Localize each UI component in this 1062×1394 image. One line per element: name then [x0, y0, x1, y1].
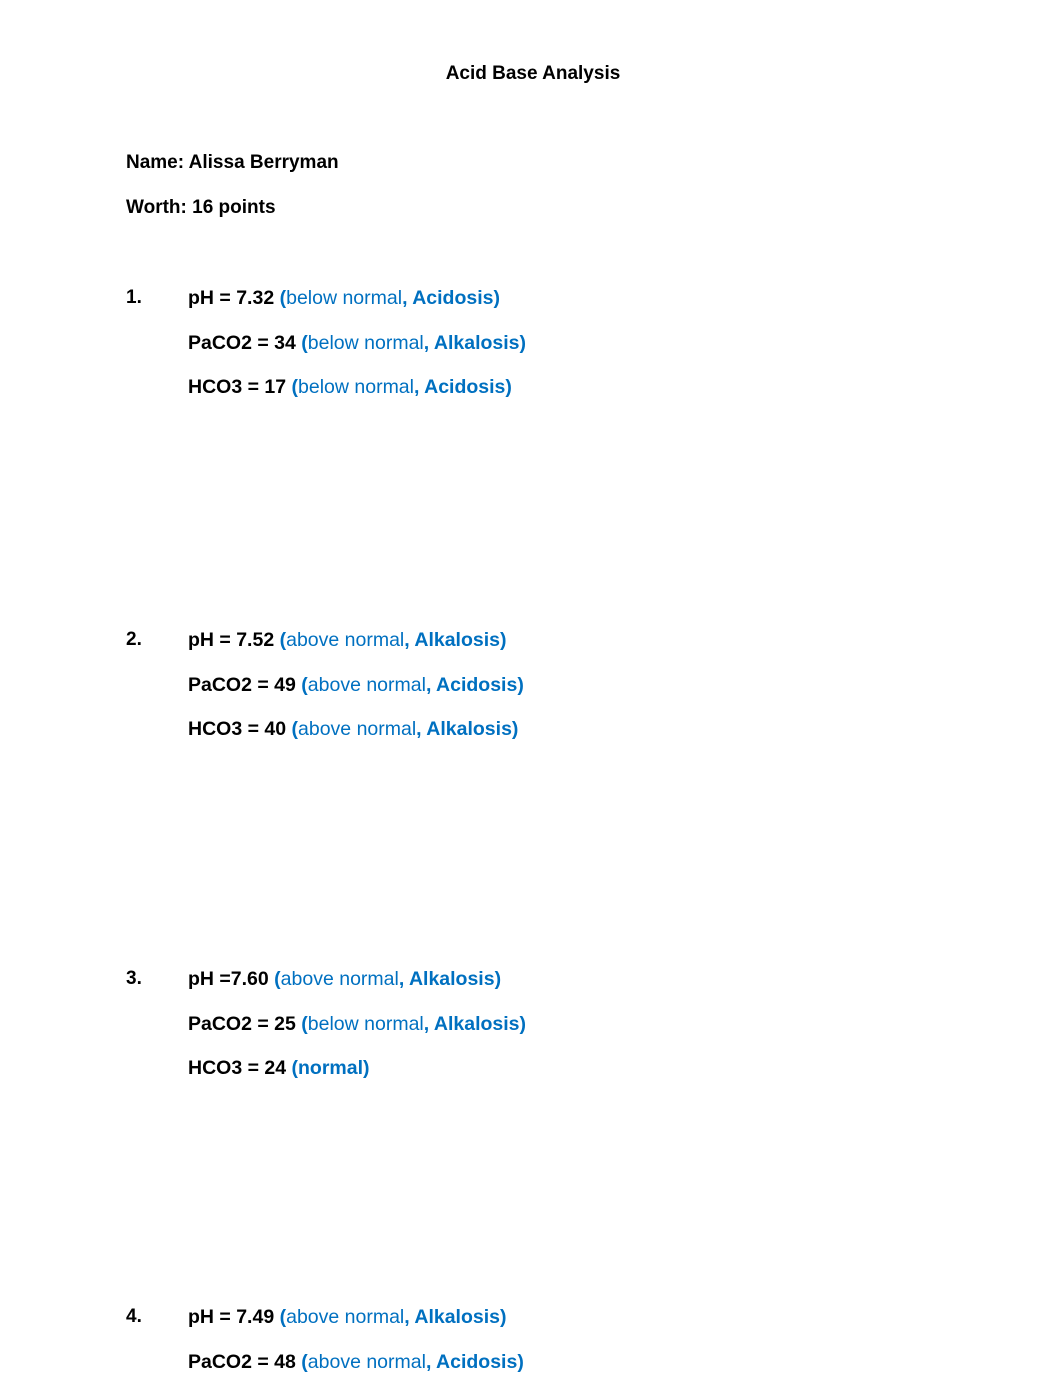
lab-value: PaCO2 = 34 — [188, 332, 301, 354]
paco2-line: PaCO2 = 49 (above normal, Acidosis) — [188, 673, 524, 718]
paco2-line: PaCO2 = 48 (above normal, Acidosis) — [188, 1350, 524, 1394]
paco2-line: PaCO2 = 25 (below normal, Alkalosis) — [188, 1012, 526, 1057]
interpretation: , Alkalosis) — [424, 332, 526, 354]
worth-points: Worth: 16 points — [126, 196, 276, 220]
interpretation: , Alkalosis) — [416, 718, 518, 740]
lab-value: pH =7.60 — [188, 968, 274, 990]
question-lines: pH = 7.52 (above normal, Alkalosis) PaCO… — [188, 628, 524, 762]
hco3-line: HCO3 = 24 (normal) — [188, 1056, 526, 1101]
range-status: above normal — [298, 718, 416, 740]
ph-line: pH =7.60 (above normal, Alkalosis) — [188, 967, 526, 1012]
interpretation: , Alkalosis) — [404, 1306, 506, 1328]
question-number: 4. — [126, 1305, 142, 1329]
interpretation: , Acidosis) — [414, 376, 512, 398]
lab-value: HCO3 = 40 — [188, 718, 292, 740]
range-status: above normal — [286, 1306, 404, 1328]
lab-value: PaCO2 = 25 — [188, 1013, 301, 1035]
question-lines: pH = 7.32 (below normal, Acidosis) PaCO2… — [188, 286, 526, 420]
ph-line: pH = 7.52 (above normal, Alkalosis) — [188, 628, 524, 673]
range-status: below normal — [308, 1013, 424, 1035]
range-status: above normal — [286, 629, 404, 651]
range-status: above normal — [308, 674, 426, 696]
interpretation: , Acidosis) — [402, 287, 500, 309]
interpretation: (normal) — [292, 1057, 370, 1079]
question-number: 3. — [126, 967, 142, 991]
range-status: below normal — [308, 332, 424, 354]
question-number: 2. — [126, 628, 142, 652]
interpretation: , Alkalosis) — [424, 1013, 526, 1035]
ph-line: pH = 7.32 (below normal, Acidosis) — [188, 286, 526, 331]
range-status: below normal — [298, 376, 414, 398]
lab-value: pH = 7.32 — [188, 287, 280, 309]
paco2-line: PaCO2 = 34 (below normal, Alkalosis) — [188, 331, 526, 376]
lab-value: HCO3 = 24 — [188, 1057, 292, 1079]
range-status: above normal — [281, 968, 399, 990]
range-status: below normal — [286, 287, 402, 309]
document-title: Acid Base Analysis — [0, 62, 1062, 86]
document-page: Acid Base Analysis Name: Alissa Berryman… — [0, 0, 1062, 1377]
interpretation: , Acidosis) — [426, 674, 524, 696]
interpretation: , Acidosis) — [426, 1351, 524, 1373]
question-lines: pH = 7.49 (above normal, Alkalosis) PaCO… — [188, 1305, 524, 1394]
student-name: Name: Alissa Berryman — [126, 151, 339, 175]
lab-value: pH = 7.52 — [188, 629, 280, 651]
ph-line: pH = 7.49 (above normal, Alkalosis) — [188, 1305, 524, 1350]
question-lines: pH =7.60 (above normal, Alkalosis) PaCO2… — [188, 967, 526, 1101]
interpretation: , Alkalosis) — [404, 629, 506, 651]
lab-value: pH = 7.49 — [188, 1306, 280, 1328]
interpretation: , Alkalosis) — [399, 968, 501, 990]
lab-value: PaCO2 = 49 — [188, 674, 301, 696]
lab-value: PaCO2 = 48 — [188, 1351, 301, 1373]
range-status: above normal — [308, 1351, 426, 1373]
question-number: 1. — [126, 286, 142, 310]
lab-value: HCO3 = 17 — [188, 376, 292, 398]
hco3-line: HCO3 = 17 (below normal, Acidosis) — [188, 375, 526, 420]
hco3-line: HCO3 = 40 (above normal, Alkalosis) — [188, 717, 524, 762]
